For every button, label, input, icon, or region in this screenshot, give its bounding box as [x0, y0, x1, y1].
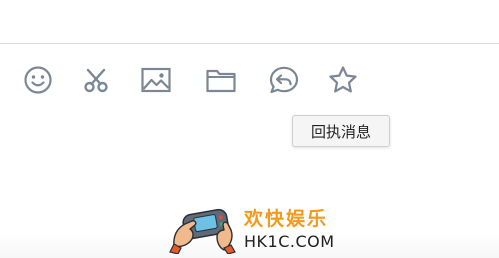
watermark-title: 欢快娱乐 — [244, 208, 329, 230]
tooltip: 回执消息 — [292, 115, 390, 147]
chat-window: 回执消息 欢快娱乐 HK1C.COM — [0, 0, 499, 258]
star-icon — [329, 66, 357, 93]
image-button[interactable] — [139, 60, 173, 100]
watermark-domain: HK1C.COM — [244, 232, 335, 251]
favorite-button[interactable] — [326, 60, 360, 100]
gamepad-hands-logo — [169, 208, 236, 254]
receipt-message-button[interactable] — [267, 60, 301, 100]
emoji-button[interactable] — [21, 60, 55, 100]
reply-icon — [269, 66, 299, 94]
message-display-area — [0, 0, 499, 43]
scissors-icon — [84, 68, 108, 93]
file-button[interactable] — [204, 60, 238, 100]
emoji-icon — [24, 66, 52, 94]
chat-toolbar — [0, 60, 499, 100]
screenshot-button[interactable] — [79, 60, 113, 100]
watermark: 欢快娱乐 HK1C.COM — [168, 200, 338, 256]
input-divider — [0, 43, 499, 44]
folder-icon — [206, 69, 236, 93]
image-icon — [141, 67, 171, 93]
tooltip-text: 回执消息 — [310, 122, 371, 141]
